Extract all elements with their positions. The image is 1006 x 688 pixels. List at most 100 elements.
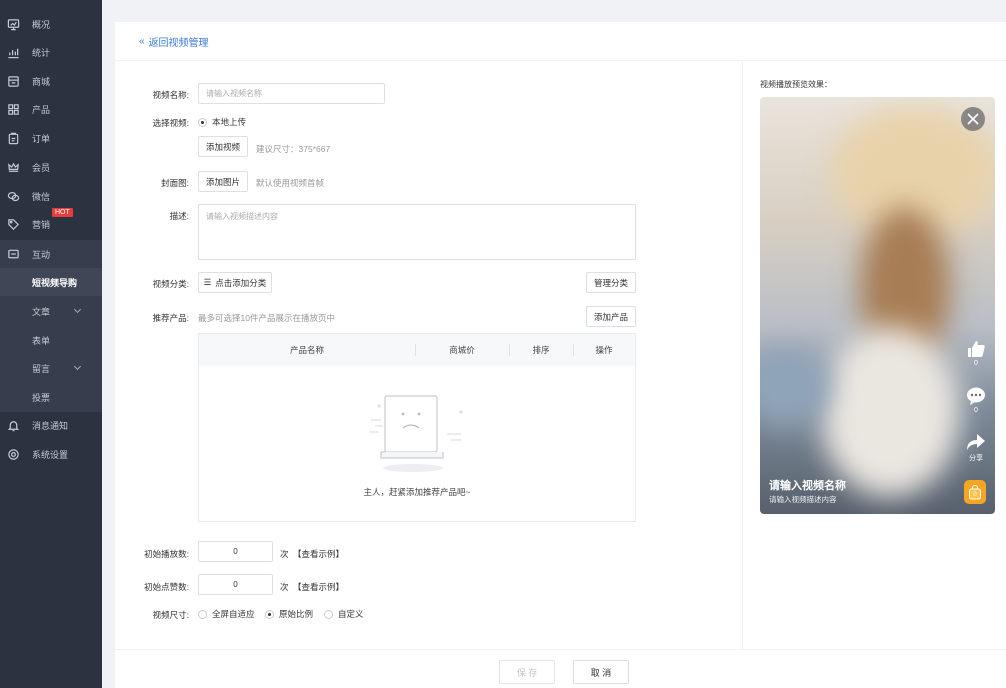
close-icon: [967, 113, 979, 125]
sidebar-item-products[interactable]: 产品: [0, 95, 102, 123]
sidebar-item-interaction[interactable]: 互动: [0, 240, 102, 268]
tag-icon: [6, 217, 20, 231]
sidebar-item-marketing[interactable]: 营销 HOT: [0, 208, 102, 238]
preview-label: 视频播放预览效果：: [760, 80, 832, 89]
share-action[interactable]: 分享: [965, 433, 987, 463]
like-action[interactable]: 0: [965, 340, 987, 367]
settings-icon: [6, 447, 20, 461]
radio-label: 原始比例: [279, 609, 314, 619]
sidebar-item-label: 订单: [32, 133, 51, 144]
description-label: 描述:: [169, 211, 189, 221]
sidebar-item-members[interactable]: 会员: [0, 153, 102, 181]
select-video-label: 选择视频:: [152, 118, 189, 128]
sidebar-item-label: 商城: [32, 76, 51, 87]
initial-likes-example-link[interactable]: 【查看示例】: [293, 581, 344, 593]
table-header: 产品名称 商城价 排序 操作: [199, 334, 635, 366]
radio-dot: [198, 609, 207, 619]
initial-likes-unit: 次: [280, 582, 289, 592]
add-video-button[interactable]: 添加视频: [198, 136, 248, 157]
sidebar-item-notifications[interactable]: 消息通知: [0, 411, 102, 439]
column-actions: 操作: [595, 345, 613, 355]
sidebar-item-label: 系统设置: [32, 449, 69, 460]
initial-plays-label: 初始播放数:: [144, 549, 189, 559]
sidebar-subitem-articles[interactable]: 文章: [0, 297, 102, 325]
add-product-button[interactable]: 添加产品: [586, 306, 636, 327]
sidebar-subitem-forms[interactable]: 表单: [0, 326, 102, 354]
comment-icon: [967, 387, 985, 405]
column-sort: 排序: [532, 345, 550, 355]
description-textarea[interactable]: 请输入视频描述内容: [198, 204, 636, 260]
sidebar-item-label: 投票: [32, 392, 51, 403]
save-button[interactable]: 保 存: [499, 660, 555, 684]
chart-icon: [6, 45, 20, 59]
sidebar-item-label: 概况: [32, 19, 51, 30]
radio-dot: [324, 609, 333, 619]
sidebar-item-label: 产品: [32, 104, 51, 115]
initial-plays-input[interactable]: 0: [198, 541, 273, 562]
comment-action[interactable]: 0: [965, 387, 987, 414]
size-option-custom[interactable]: 自定义: [324, 608, 364, 620]
sidebar: 概况 统计 商城 产品 订单 会员 微信 营销 HOT 互动 短视频导购 文章: [0, 0, 102, 688]
radio-dot: [198, 117, 207, 127]
chevron-down-icon: [73, 305, 82, 314]
radio-dot: [265, 609, 274, 619]
product-hint: 最多可选择10件产品展示在播放页中: [198, 313, 335, 323]
grid-icon: [6, 102, 20, 116]
size-hint: 建议尺寸：375*667: [256, 144, 331, 154]
sidebar-item-wechat[interactable]: 微信: [0, 182, 102, 210]
product-table: 产品名称 商城价 排序 操作 主人，赶紧添加推荐产品吧~: [198, 333, 636, 522]
clipboard-icon: [6, 131, 20, 145]
share-label: 分享: [969, 455, 983, 462]
chevron-down-icon: [73, 362, 82, 371]
sidebar-item-label: 统计: [32, 47, 51, 58]
sidebar-item-mall[interactable]: 商城: [0, 67, 102, 95]
list-icon: ☰: [203, 277, 212, 287]
preview-video-title: 请输入视频名称: [769, 480, 846, 492]
sidebar-item-label: 短视频导购: [32, 277, 78, 288]
initial-likes-label: 初始点赞数:: [144, 582, 189, 592]
size-option-fullscreen[interactable]: 全屏自适应: [198, 608, 255, 620]
sidebar-subitem-messages[interactable]: 留言: [0, 354, 102, 382]
store-icon: [6, 74, 20, 88]
back-link-label: 返回视频管理: [148, 38, 209, 49]
back-link[interactable]: « 返回视频管理: [139, 34, 209, 49]
video-name-input[interactable]: 请输入视频名称: [198, 83, 385, 104]
product-label: 推荐产品:: [152, 313, 189, 323]
comment-count: 0: [974, 407, 978, 414]
sidebar-item-label: 表单: [32, 335, 51, 346]
wechat-icon: [6, 189, 20, 203]
video-preview: 0 0 分享 请输入视频名称 请输入视频描述内容 0: [760, 97, 995, 514]
size-option-original[interactable]: 原始比例: [265, 608, 313, 620]
sidebar-item-system-settings[interactable]: 系统设置: [0, 440, 102, 468]
cover-hint: 默认使用视频首帧: [256, 178, 325, 188]
empty-scroll-icon: [369, 395, 463, 472]
blurred-figure: [820, 327, 960, 497]
sidebar-item-label: 留言: [32, 363, 51, 374]
radio-label: 本地上传: [212, 117, 247, 127]
add-category-label: 点击添加分类: [215, 277, 267, 288]
sidebar-subitem-short-video[interactable]: 短视频导购: [0, 268, 102, 296]
column-mall-price: 商城价: [449, 345, 475, 355]
video-size-label: 视频尺寸:: [152, 610, 189, 620]
sidebar-item-overview[interactable]: 概况: [0, 10, 102, 38]
initial-plays-example-link[interactable]: 【查看示例】: [293, 548, 344, 560]
close-preview-button[interactable]: [961, 107, 985, 131]
chat-icon: [6, 247, 20, 261]
sidebar-item-orders[interactable]: 订单: [0, 124, 102, 152]
local-upload-radio[interactable]: 本地上传: [198, 116, 246, 128]
add-image-button[interactable]: 添加图片: [198, 171, 248, 192]
sidebar-subitem-votes[interactable]: 投票: [0, 383, 102, 411]
initial-plays-unit: 次: [280, 549, 289, 559]
vertical-divider: [742, 61, 743, 649]
shopping-bag-button[interactable]: 0: [964, 480, 986, 504]
sidebar-item-label: 互动: [32, 249, 51, 260]
video-name-label: 视频名称:: [152, 90, 189, 100]
header-divider: [115, 60, 1006, 61]
manage-category-button[interactable]: 管理分类: [586, 272, 636, 293]
initial-likes-input[interactable]: 0: [198, 574, 273, 595]
radio-label: 全屏自适应: [212, 609, 255, 619]
cancel-button[interactable]: 取 消: [573, 660, 629, 684]
sidebar-item-statistics[interactable]: 统计: [0, 38, 102, 66]
empty-table-message: 主人，赶紧添加推荐产品吧~: [363, 487, 471, 497]
add-category-button[interactable]: ☰ 点击添加分类: [198, 272, 272, 293]
